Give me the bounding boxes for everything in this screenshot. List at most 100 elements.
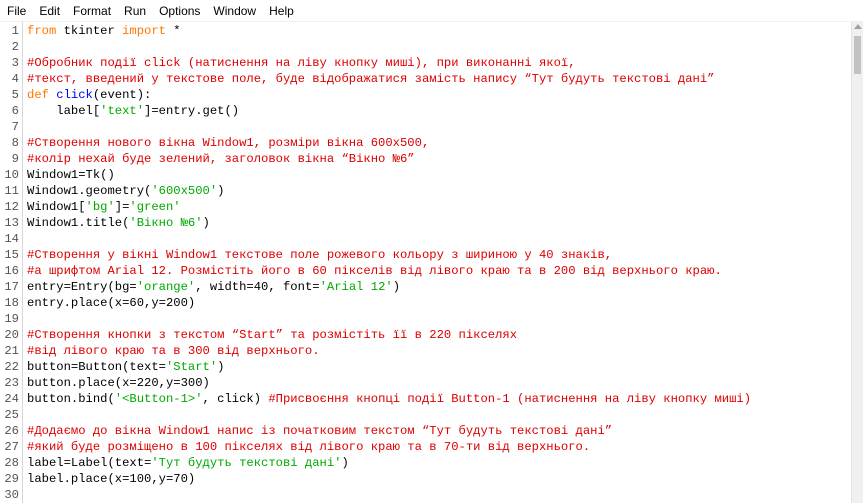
- string-token: 'Тут будуть текстові дані': [151, 456, 342, 470]
- code-text: button.bind('<Button-1>', click) #Присво…: [27, 391, 751, 407]
- scroll-thumb[interactable]: [854, 36, 861, 74]
- code-token: *: [165, 24, 181, 38]
- line-number: 2: [11, 40, 19, 54]
- code-line[interactable]: 12 Window1['bg']='green': [0, 199, 851, 215]
- code-line[interactable]: 22 button=Button(text='Start'): [0, 359, 851, 375]
- line-number: 30: [4, 488, 19, 502]
- code-text: #Обробник події click (натиснення на лів…: [27, 55, 576, 71]
- code-line[interactable]: 18 entry.place(x=60,y=200): [0, 295, 851, 311]
- menu-format[interactable]: Format: [66, 0, 117, 22]
- comment-token: #текст, введений у текстове поле, буде в…: [27, 72, 715, 86]
- code-token: label=Label(text=: [27, 456, 152, 470]
- code-line[interactable]: 1 from tkinter import *: [0, 23, 851, 39]
- line-number: 6: [11, 104, 19, 118]
- code-token: ): [202, 216, 210, 230]
- comment-token: #Обробник події click (натиснення на лів…: [27, 56, 576, 70]
- menu-options[interactable]: Options: [152, 0, 206, 22]
- code-line[interactable]: 3 #Обробник події click (натиснення на лі…: [0, 55, 851, 71]
- code-line[interactable]: 9 #колір нехай буде зелений, заголовок ві…: [0, 151, 851, 167]
- code-text: entry=Entry(bg='orange', width=40, font=…: [27, 279, 400, 295]
- code-line[interactable]: 15 #Створення у вікні Window1 текстове по…: [0, 247, 851, 263]
- line-number: 17: [4, 280, 19, 294]
- line-number: 14: [4, 232, 19, 246]
- code-line[interactable]: 27 #який буде розміщено в 100 пікселях ві…: [0, 439, 851, 455]
- code-line[interactable]: 23 button.place(x=220,y=300): [0, 375, 851, 391]
- comment-token: #який буде розміщено в 100 пікселях від …: [27, 440, 591, 454]
- code-line[interactable]: 28 label=Label(text='Тут будуть текстові …: [0, 455, 851, 471]
- comment-token: #Створення у вікні Window1 текстове поле…: [27, 248, 613, 262]
- code-line[interactable]: 11 Window1.geometry('600x500'): [0, 183, 851, 199]
- code-line[interactable]: 30: [0, 487, 851, 503]
- code-token: label[: [27, 104, 101, 118]
- line-number: 28: [4, 456, 19, 470]
- code-line[interactable]: 13 Window1.title('Вікно №6'): [0, 215, 851, 231]
- code-text: #Створення нового вікна Window1, розміри…: [27, 135, 429, 151]
- menu-run[interactable]: Run: [117, 0, 152, 22]
- scroll-up-arrow-icon[interactable]: [854, 24, 862, 29]
- keyword-token: from: [27, 24, 57, 38]
- string-token: 'Start': [165, 360, 218, 374]
- code-line[interactable]: 21 #від лівого краю та в 300 від верхньог…: [0, 343, 851, 359]
- code-text: #який буде розміщено в 100 пікселях від …: [27, 439, 590, 455]
- menu-file[interactable]: File: [0, 0, 32, 22]
- code-line[interactable]: 2: [0, 39, 851, 55]
- line-number: 23: [4, 376, 19, 390]
- code-token: ]=entry.get(): [144, 104, 240, 118]
- code-token: (event):: [92, 88, 152, 102]
- code-text: #колір нехай буде зелений, заголовок вік…: [27, 151, 415, 167]
- line-number: 3: [11, 56, 19, 70]
- code-line[interactable]: 17 entry=Entry(bg='orange', width=40, fon…: [0, 279, 851, 295]
- menu-help[interactable]: Help: [262, 0, 300, 22]
- code-text: #текст, введений у текстове поле, буде в…: [27, 71, 715, 87]
- code-line[interactable]: 29 label.place(x=100,y=70): [0, 471, 851, 487]
- string-token: '<Button-1>': [114, 392, 203, 406]
- code-line[interactable]: 19: [0, 311, 851, 327]
- code-line[interactable]: 25: [0, 407, 851, 423]
- line-number: 25: [4, 408, 19, 422]
- code-line[interactable]: 4 #текст, введений у текстове поле, буде …: [0, 71, 851, 87]
- line-number: 29: [4, 472, 19, 486]
- comment-token: #Додаємо до вікна Window1 напис із почат…: [27, 424, 613, 438]
- line-number: 24: [4, 392, 19, 406]
- comment-token: #Створення кнопки з текстом “Start” та р…: [27, 328, 518, 342]
- code-text: def click(event):: [27, 87, 151, 103]
- code-line[interactable]: 16 #а шрифтом Arial 12. Розмістіть його в…: [0, 263, 851, 279]
- code-text: entry.place(x=60,y=200): [27, 295, 195, 311]
- code-line[interactable]: 5 def click(event):: [0, 87, 851, 103]
- code-line[interactable]: 26 #Додаємо до вікна Window1 напис із поч…: [0, 423, 851, 439]
- line-number: 26: [4, 424, 19, 438]
- line-number: 5: [11, 88, 19, 102]
- code-text: label['text']=entry.get(): [27, 103, 239, 119]
- code-token: Window1[: [27, 200, 86, 214]
- code-token: , click): [202, 392, 269, 406]
- code-line[interactable]: 24 button.bind('<Button-1>', click) #Прис…: [0, 391, 851, 407]
- string-token: 'green': [129, 200, 181, 214]
- code-text: label=Label(text='Тут будуть текстові да…: [27, 455, 349, 471]
- code-text: #Створення у вікні Window1 текстове поле…: [27, 247, 612, 263]
- menu-window[interactable]: Window: [206, 0, 262, 22]
- code-line[interactable]: 10 Window1=Tk(): [0, 167, 851, 183]
- code-line[interactable]: 6 label['text']=entry.get(): [0, 103, 851, 119]
- menu-edit[interactable]: Edit: [32, 0, 66, 22]
- code-token: entry.place(x=60,y=200): [27, 296, 196, 310]
- code-text: button.place(x=220,y=300): [27, 375, 210, 391]
- line-number: 20: [4, 328, 19, 342]
- code-line[interactable]: 20 #Створення кнопки з текстом “Start” та…: [0, 327, 851, 343]
- code-token: Window1=Tk(): [27, 168, 115, 182]
- code-text: from tkinter import *: [27, 23, 181, 39]
- code-token: entry=Entry(bg=: [27, 280, 137, 294]
- keyword-token: def: [27, 88, 49, 102]
- code-line[interactable]: 14: [0, 231, 851, 247]
- line-number: 22: [4, 360, 19, 374]
- code-token: ): [392, 280, 401, 294]
- code-line[interactable]: 8 #Створення нового вікна Window1, розмір…: [0, 135, 851, 151]
- line-number: 11: [4, 184, 19, 198]
- code-editor[interactable]: 1 from tkinter import * 2 3 #Обробник події …: [0, 22, 851, 503]
- code-text: #Створення кнопки з текстом “Start” та р…: [27, 327, 517, 343]
- vertical-scrollbar[interactable]: [851, 22, 863, 503]
- comment-token: #Присвоєння кнопці події Button-1 (натис…: [268, 392, 752, 406]
- code-token: label.place(x=100,y=70): [27, 472, 196, 486]
- code-line[interactable]: 7: [0, 119, 851, 135]
- code-token: Window1.title(: [27, 216, 130, 230]
- code-text: #а шрифтом Arial 12. Розмістіть його в 6…: [27, 263, 722, 279]
